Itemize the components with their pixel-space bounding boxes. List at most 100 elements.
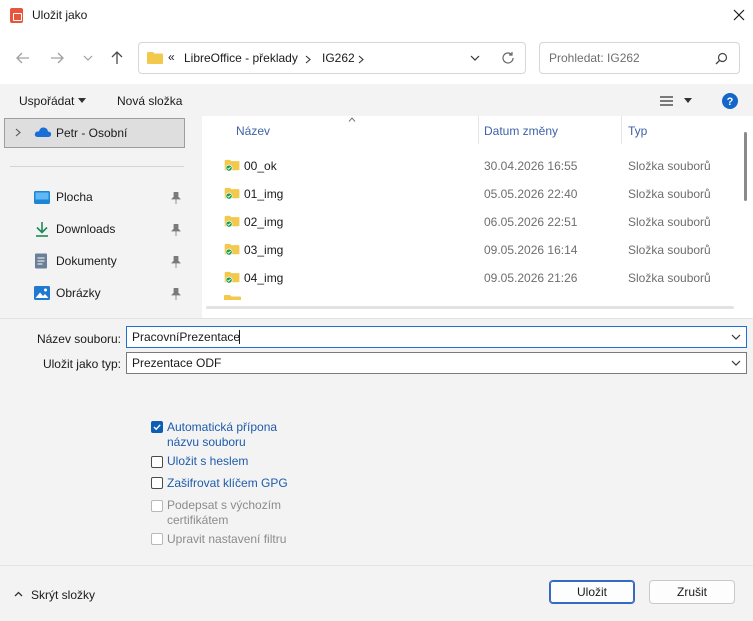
desktop-icon — [34, 190, 50, 204]
save-with-password-label[interactable]: Uložit s heslem — [167, 454, 248, 469]
filetype-value: Prezentace ODF — [132, 356, 222, 370]
sidebar-item-label: Petr - Osobní — [56, 126, 128, 140]
sidebar-item-label: Dokumenty — [56, 254, 117, 268]
pin-icon[interactable] — [171, 288, 181, 300]
libreoffice-impress-icon — [10, 8, 23, 23]
checkmark-icon — [153, 424, 161, 431]
title-bar — [0, 0, 753, 32]
chevron-down-icon[interactable] — [684, 98, 692, 103]
documents-icon — [35, 253, 47, 269]
footer-divider — [0, 565, 753, 566]
breadcrumb-overflow-icon[interactable]: « — [168, 50, 175, 64]
breadcrumb-item[interactable]: IG262 — [322, 51, 355, 65]
sign-certificate-label: Podepsat s výchozím certifikátem — [167, 498, 282, 527]
folder-synced-icon — [224, 159, 240, 172]
chevron-down-icon[interactable] — [731, 332, 741, 342]
file-name: 00_ok — [244, 159, 277, 173]
file-date: 09.05.2026 21:26 — [484, 271, 578, 285]
sort-ascending-icon — [348, 117, 356, 122]
horizontal-scrollbar[interactable] — [202, 300, 739, 316]
sidebar-item-label: Plocha — [56, 190, 93, 204]
back-button[interactable] — [12, 47, 34, 69]
file-list-scrollbar[interactable] — [739, 116, 753, 302]
hide-folders-button[interactable]: Skrýt složky — [31, 588, 95, 602]
filetype-select[interactable]: Prezentace ODF — [126, 352, 747, 374]
folder-synced-icon — [224, 215, 240, 228]
arrow-right-icon — [51, 52, 64, 64]
auto-extension-checkbox[interactable] — [151, 421, 163, 433]
address-bar[interactable]: « LibreOffice - překlady IG262 — [138, 42, 526, 74]
filetype-label: Uložit jako typ: — [42, 357, 121, 371]
onedrive-icon — [34, 127, 52, 137]
breadcrumb-item[interactable]: LibreOffice - překlady — [184, 51, 298, 65]
edit-filter-settings-label: Upravit nastavení filtru — [167, 532, 287, 546]
cancel-button[interactable]: Zrušit — [649, 580, 735, 604]
new-folder-button[interactable]: Nová složka — [117, 94, 182, 108]
file-name: 02_img — [244, 215, 284, 229]
chevron-down-icon[interactable] — [470, 55, 480, 62]
search-input[interactable]: Prohledat: IG262 — [539, 42, 740, 74]
sign-certificate-checkbox — [151, 500, 163, 512]
forward-button[interactable] — [46, 47, 68, 69]
chevron-right-icon[interactable] — [15, 128, 21, 137]
close-button[interactable] — [726, 3, 752, 27]
help-icon[interactable]: ? — [722, 93, 738, 109]
chevron-down-icon[interactable] — [78, 98, 86, 103]
chevron-up-icon[interactable] — [14, 591, 23, 597]
up-button[interactable] — [106, 47, 128, 69]
sidebar-item-downloads[interactable]: Downloads — [34, 219, 115, 239]
gpg-encrypt-label[interactable]: Zašifrovat klíčem GPG — [167, 476, 288, 491]
pictures-icon — [34, 286, 50, 300]
folder-icon — [147, 52, 163, 64]
column-divider[interactable] — [621, 116, 622, 144]
gpg-encrypt-checkbox[interactable] — [151, 477, 163, 489]
scrollbar-thumb[interactable] — [744, 132, 747, 201]
file-date: 06.05.2026 22:51 — [484, 215, 578, 229]
chevron-right-icon[interactable] — [305, 55, 311, 64]
sidebar-divider — [10, 166, 184, 167]
filename-input[interactable]: PracovníPrezentace — [126, 326, 747, 348]
command-bar — [0, 84, 753, 116]
column-divider[interactable] — [478, 116, 479, 144]
file-type: Složka souborů — [628, 215, 711, 229]
file-type: Složka souborů — [628, 187, 711, 201]
file-date: 05.05.2026 22:40 — [484, 187, 578, 201]
edit-filter-settings-checkbox — [151, 533, 163, 545]
refresh-icon[interactable] — [501, 51, 515, 65]
pin-icon[interactable] — [171, 224, 181, 236]
recent-locations-button[interactable] — [77, 47, 99, 69]
svg-text:?: ? — [727, 96, 734, 108]
file-name: 03_img — [244, 243, 284, 257]
column-header-date[interactable]: Datum změny — [484, 124, 558, 138]
file-name: 04_img — [244, 271, 284, 285]
pin-icon[interactable] — [171, 192, 181, 204]
folder-synced-icon — [224, 187, 240, 200]
filename-value: PracovníPrezentace — [132, 330, 241, 344]
save-with-password-checkbox[interactable] — [151, 456, 163, 468]
text-cursor — [239, 330, 240, 344]
chevron-down-icon[interactable] — [731, 358, 741, 368]
sidebar-item-label: Downloads — [56, 222, 116, 236]
file-date: 30.04.2026 16:55 — [484, 159, 578, 173]
sidebar-item-documents[interactable]: Dokumenty — [34, 251, 117, 271]
chevron-down-icon — [83, 55, 93, 61]
pin-icon[interactable] — [171, 256, 181, 268]
organize-button[interactable]: Uspořádat — [19, 94, 74, 108]
sidebar-item-desktop[interactable]: Plocha — [34, 187, 93, 207]
column-header-type[interactable]: Typ — [628, 124, 647, 138]
file-name: 01_img — [244, 187, 284, 201]
auto-extension-label[interactable]: Automatická přípona názvu souboru — [167, 420, 307, 450]
chevron-right-icon[interactable] — [358, 55, 364, 64]
file-type: Složka souborů — [628, 271, 711, 285]
sidebar-item-label: Obrázky — [56, 286, 101, 300]
file-type: Složka souborů — [628, 243, 711, 257]
filename-label: Název souboru: — [36, 332, 121, 346]
view-options-icon[interactable] — [660, 96, 673, 106]
window-title: Uložit jako — [32, 8, 88, 22]
save-button[interactable]: Uložit — [549, 580, 635, 604]
scrollbar-thumb[interactable] — [206, 306, 734, 309]
column-header-name[interactable]: Název — [236, 124, 270, 138]
search-icon — [715, 52, 728, 65]
sidebar-item-pictures[interactable]: Obrázky — [34, 283, 101, 303]
sidebar-scrollbar[interactable] — [188, 116, 202, 318]
